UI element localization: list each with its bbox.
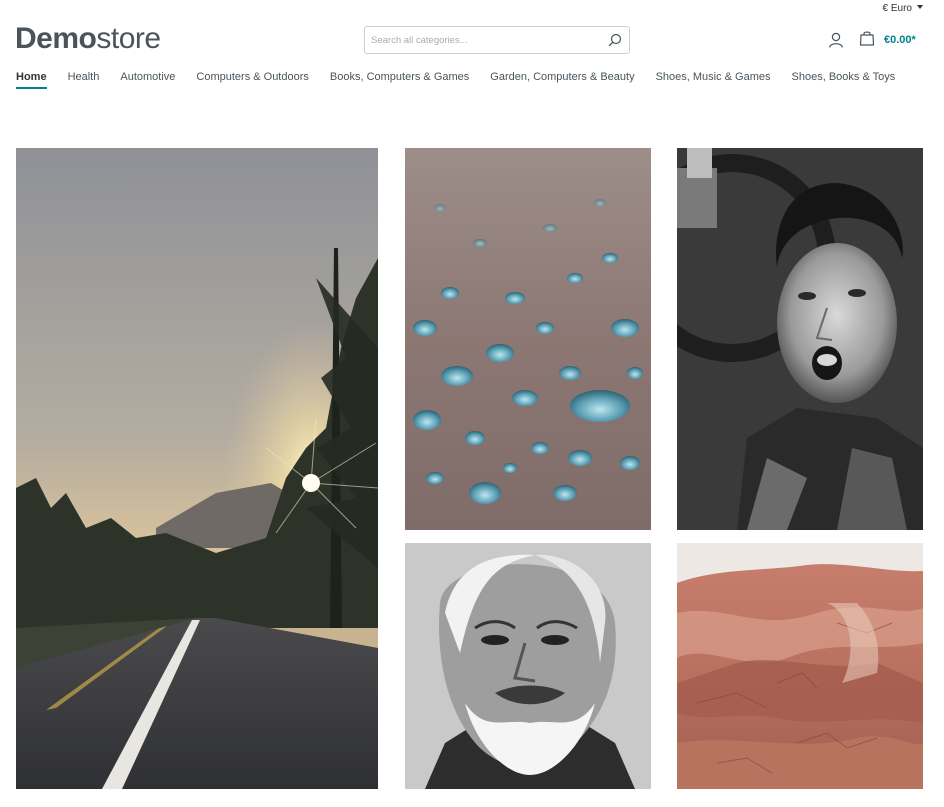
nav-item-home[interactable]: Home [16, 71, 47, 89]
search-bar [364, 26, 630, 54]
nav-item-books-computers-games[interactable]: Books, Computers & Games [330, 71, 469, 89]
image-red-rocks [677, 543, 923, 789]
main-navigation: Home Health Automotive Computers & Outdo… [16, 71, 895, 89]
currency-dropdown[interactable]: € Euro [883, 3, 923, 14]
nav-item-health[interactable]: Health [68, 71, 100, 89]
nav-item-computers-outdoors[interactable]: Computers & Outdoors [196, 71, 309, 89]
user-icon[interactable] [826, 30, 846, 50]
search-icon[interactable] [607, 32, 623, 48]
nav-item-garden-computers-beauty[interactable]: Garden, Computers & Beauty [490, 71, 634, 89]
cart-button[interactable]: €0.00* [858, 30, 916, 50]
shopping-bag-icon [858, 29, 876, 52]
image-man-portrait-bw [677, 148, 923, 530]
cart-total: €0.00* [884, 34, 916, 46]
logo-bold-text: Demo [15, 22, 97, 55]
search-input[interactable] [365, 27, 603, 53]
nav-item-shoes-books-toys[interactable]: Shoes, Books & Toys [792, 71, 896, 89]
top-bar: € Euro [0, 0, 944, 18]
store-logo[interactable]: Demostore [15, 21, 161, 57]
image-sketch-portrait [405, 543, 651, 789]
currency-label: € Euro [882, 3, 912, 14]
nav-item-shoes-music-games[interactable]: Shoes, Music & Games [656, 71, 771, 89]
header: Demostore €0.00* [0, 20, 944, 60]
image-water-drops [405, 148, 651, 530]
nav-item-automotive[interactable]: Automotive [120, 71, 175, 89]
caret-down-icon [917, 5, 923, 9]
image-road-sunset [16, 148, 378, 789]
logo-light-text: store [96, 22, 161, 55]
